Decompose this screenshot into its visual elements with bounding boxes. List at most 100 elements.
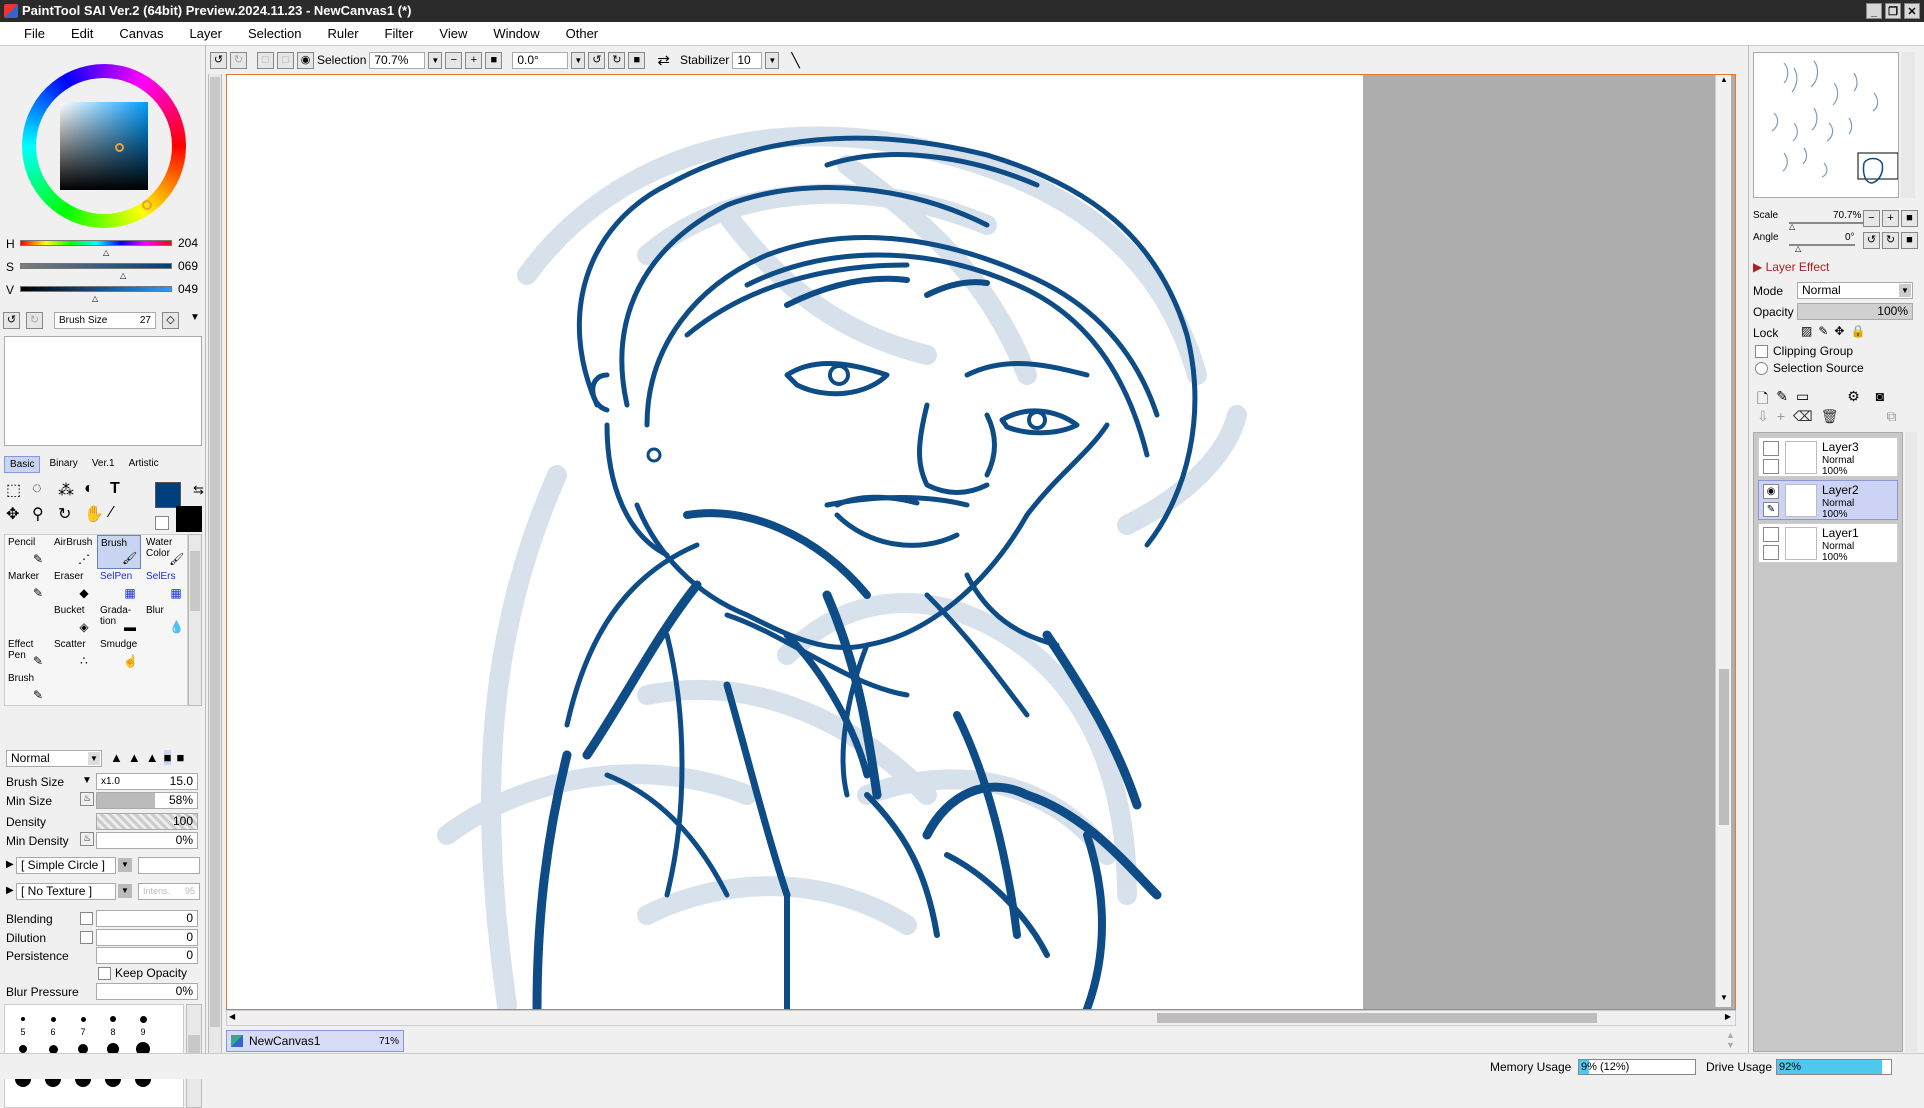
left-panel-scrollbar[interactable]	[208, 52, 222, 1056]
transparent-color-swatch[interactable]	[155, 516, 169, 530]
text-icon[interactable]: T	[110, 480, 136, 500]
hue-marker[interactable]	[142, 200, 152, 210]
layer-edit-toggle[interactable]: ✎	[1763, 502, 1779, 517]
menu-window[interactable]: Window	[480, 26, 552, 41]
lock-transparency-icon[interactable]: ▨	[1801, 324, 1812, 338]
layer-edit-toggle[interactable]	[1763, 459, 1779, 474]
blending-slider[interactable]: 0	[96, 910, 198, 927]
zoom-in-icon[interactable]: +	[1882, 210, 1899, 227]
secondary-color-swatch[interactable]	[176, 506, 202, 532]
brush-preset-dot[interactable]	[139, 1015, 147, 1023]
swap-colors-icon[interactable]: ⇆	[193, 482, 204, 498]
tool-smudge[interactable]: Smudge ☝	[97, 637, 141, 671]
brush-size-dropdown-icon[interactable]: ▼	[82, 775, 92, 786]
dropdown-arrow-icon[interactable]: ▼	[190, 312, 200, 323]
zoom-out-icon[interactable]: −	[1863, 210, 1880, 227]
deselect-icon[interactable]: □	[257, 51, 274, 69]
value-value[interactable]: 049	[178, 282, 198, 296]
scale-value[interactable]: 70.7%	[1833, 210, 1861, 221]
invert-selection-icon[interactable]: □	[277, 51, 294, 69]
canvas-vertical-scrollbar[interactable]: ▲ ▼	[1715, 75, 1731, 1007]
undo-icon[interactable]: ↺	[3, 312, 20, 329]
menu-view[interactable]: View	[426, 26, 480, 41]
tool-selpen[interactable]: SelPen ▦	[97, 569, 141, 603]
tab-ver1[interactable]: Ver.1	[87, 456, 120, 473]
magic-wand-icon[interactable]: ⁂	[58, 480, 84, 500]
tool-scatter[interactable]: Scatter ∴	[51, 637, 95, 671]
menu-canvas[interactable]: Canvas	[106, 26, 176, 41]
tool-pencil[interactable]: Pencil ✎	[5, 535, 49, 569]
brush-preset-dot[interactable]	[50, 1016, 56, 1022]
lock-move-icon[interactable]: ✥	[1834, 324, 1844, 338]
expand-triangle-icon[interactable]: ▶	[6, 885, 14, 896]
rotate-reset-icon[interactable]: ■	[628, 51, 646, 69]
tab-basic[interactable]: Basic	[4, 456, 41, 473]
close-button[interactable]: ✕	[1904, 3, 1920, 19]
duplicate-layer-icon[interactable]: ⧉	[1887, 408, 1897, 425]
pressure-density-icon[interactable]: ♨	[80, 832, 94, 846]
layer-visibility-toggle[interactable]: ◉	[1763, 484, 1779, 499]
angle-field[interactable]: 0.0°	[512, 51, 569, 69]
rotate-left-icon[interactable]: ↺	[588, 51, 606, 69]
layer-mode-select[interactable]: Normal ▼	[1797, 282, 1913, 299]
transfer-down-icon[interactable]: ⇩	[1757, 408, 1769, 425]
brush-preset-dot[interactable]	[80, 1016, 86, 1022]
primary-color-swatch[interactable]	[155, 482, 181, 508]
layer-visibility-toggle[interactable]	[1763, 441, 1779, 456]
blending-pressure-checkbox[interactable]	[80, 912, 93, 925]
stabilizer-field[interactable]: 10	[732, 51, 763, 69]
selection-eye-icon[interactable]: ◉	[297, 51, 314, 69]
lock-paint-icon[interactable]: ✎	[1818, 324, 1828, 338]
redo-icon[interactable]: ↻	[26, 312, 43, 329]
color-picker-marker[interactable]	[115, 143, 124, 152]
menu-selection[interactable]: Selection	[235, 26, 314, 41]
chevron-down-icon[interactable]: ▼	[118, 884, 132, 898]
layer-list-scrollbar[interactable]	[1905, 432, 1917, 1052]
rotate-left-icon[interactable]: ↺	[1863, 232, 1880, 249]
shape-icon[interactable]: ◐	[84, 480, 110, 500]
min-density-slider[interactable]: 0%	[96, 832, 198, 849]
rotate-icon[interactable]: ↻	[58, 504, 84, 524]
texture-intensity[interactable]: Intens. 95	[138, 883, 200, 900]
tool-grid-scrollbar[interactable]	[188, 534, 202, 706]
texture-select[interactable]: [ No Texture ]	[16, 883, 116, 900]
blur-pressure-slider[interactable]: 0%	[96, 983, 198, 1000]
tool-brush[interactable]: Brush ✎	[5, 671, 49, 705]
brush-preset-dot[interactable]	[110, 1016, 116, 1022]
tool-brush[interactable]: Brush 🖌	[97, 535, 141, 569]
clear-layer-icon[interactable]: ⌫	[1793, 408, 1813, 425]
angle-value[interactable]: 0°	[1845, 232, 1855, 243]
rotate-right-icon[interactable]: ↻	[608, 51, 626, 69]
tool-effect-pen[interactable]: Effect Pen ✎	[5, 637, 49, 671]
layer-item-layer1[interactable]: Layer1 Normal 100%	[1758, 523, 1898, 563]
hand-icon[interactable]: ✋	[84, 504, 110, 524]
layer-opacity-slider[interactable]: 100%	[1797, 303, 1913, 320]
layer-edit-toggle[interactable]	[1763, 545, 1779, 560]
layer-item-layer2[interactable]: ◉ ✎ Layer2 Normal 100%	[1758, 480, 1898, 520]
lock-all-icon[interactable]: 🔒	[1850, 324, 1865, 338]
selection-source-radio[interactable]	[1755, 362, 1768, 375]
brush-shape-4-icon[interactable]: ■	[163, 750, 172, 765]
move-icon[interactable]: ✥	[6, 504, 32, 524]
saturation-value[interactable]: 069	[178, 259, 198, 273]
hue-value[interactable]: 204	[178, 236, 198, 250]
chevron-down-icon[interactable]: ▼	[571, 51, 586, 69]
density-slider[interactable]: 100	[96, 813, 198, 830]
menu-file[interactable]: File	[11, 26, 58, 41]
zoom-field[interactable]: 70.7%	[369, 51, 426, 69]
dilution-pressure-checkbox[interactable]	[80, 931, 93, 944]
scratch-pad[interactable]	[4, 336, 202, 446]
scroll-up-icon[interactable]: ▲	[1717, 75, 1731, 89]
tool-water-color[interactable]: Water Color 🖌	[143, 535, 187, 569]
blend-mode-select[interactable]: Normal ▼	[6, 750, 102, 767]
redo-icon[interactable]: ↻	[230, 51, 247, 69]
straight-line-icon[interactable]: ╲	[791, 52, 799, 69]
scroll-right-icon[interactable]: ▶	[1725, 1012, 1731, 1021]
zoom-icon[interactable]: ⚲	[32, 504, 58, 524]
zoom-reset-icon[interactable]: ■	[1901, 210, 1918, 227]
rotate-right-icon[interactable]: ↻	[1882, 232, 1899, 249]
maximize-button[interactable]: ❐	[1885, 3, 1901, 19]
min-size-slider[interactable]: 58%	[96, 792, 198, 809]
tool-eraser[interactable]: Eraser ◆	[51, 569, 95, 603]
navigator-preview[interactable]	[1753, 52, 1899, 198]
